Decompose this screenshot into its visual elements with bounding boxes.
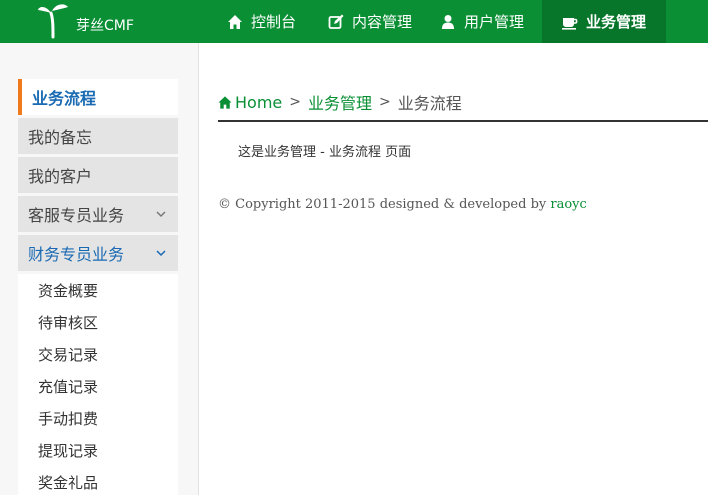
nav-business[interactable]: 业务管理 bbox=[542, 0, 667, 43]
nav-label: 控制台 bbox=[251, 13, 297, 31]
nav-content[interactable]: 内容管理 bbox=[328, 0, 440, 43]
submenu-item[interactable]: 提现记录 bbox=[18, 434, 178, 466]
breadcrumb-separator: > bbox=[379, 94, 391, 110]
sidebar-item-label: 客服专员业务 bbox=[28, 206, 125, 225]
submenu-item[interactable]: 资金概要 bbox=[18, 274, 178, 306]
breadcrumb-section-link[interactable]: 业务管理 bbox=[308, 90, 372, 114]
breadcrumb-home-link[interactable]: Home bbox=[235, 93, 282, 112]
nav-dashboard[interactable]: 控制台 bbox=[213, 0, 328, 43]
submenu-item[interactable]: 交易记录 bbox=[18, 338, 178, 370]
sidebar-item-memo[interactable]: 我的备忘 bbox=[18, 118, 178, 154]
top-navbar: 芽丝CMF 控制台 内容管理 用户管理 业务管理 bbox=[0, 0, 708, 43]
divider bbox=[218, 120, 708, 122]
chevron-down-icon bbox=[156, 211, 166, 218]
edit-icon bbox=[328, 14, 344, 29]
sidebar-item-label: 我的备忘 bbox=[28, 128, 93, 147]
nav-users[interactable]: 用户管理 bbox=[440, 0, 542, 43]
submenu-item[interactable]: 待审核区 bbox=[18, 306, 178, 338]
breadcrumb-current: 业务流程 bbox=[397, 94, 462, 113]
sidebar-item-label: 我的客户 bbox=[28, 167, 93, 186]
submenu-item[interactable]: 奖金礼品 bbox=[18, 466, 178, 498]
sidebar-item-workflow[interactable]: 业务流程 bbox=[18, 79, 178, 115]
sidebar-item-label: 业务流程 bbox=[32, 89, 97, 108]
sidebar: 业务流程 我的备忘 我的客户 客服专员业务 财务专员业务 资金概要 待审核区 交… bbox=[0, 43, 199, 498]
submenu-item[interactable]: 手动扣费 bbox=[18, 402, 178, 434]
sidebar-item-finance[interactable]: 财务专员业务 bbox=[18, 235, 178, 271]
breadcrumb-separator: > bbox=[289, 94, 301, 110]
sidebar-menu: 业务流程 我的备忘 我的客户 客服专员业务 财务专员业务 资金概要 待审核区 交… bbox=[18, 79, 178, 498]
sidebar-item-label: 财务专员业务 bbox=[28, 245, 125, 264]
finance-submenu: 资金概要 待审核区 交易记录 充值记录 手动扣费 提现记录 奖金礼品 bbox=[18, 274, 178, 498]
main-nav: 控制台 内容管理 用户管理 业务管理 bbox=[213, 0, 667, 43]
nav-label: 业务管理 bbox=[586, 13, 647, 31]
nav-label: 用户管理 bbox=[464, 13, 525, 31]
home-icon bbox=[218, 95, 232, 109]
coffee-icon bbox=[562, 17, 578, 30]
copyright-text: © Copyright 2011-2015 designed & develop… bbox=[218, 197, 551, 212]
brand-logo[interactable]: 芽丝CMF bbox=[36, 0, 134, 43]
brand-name: 芽丝CMF bbox=[76, 17, 134, 34]
breadcrumb: Home > 业务管理 > 业务流程 bbox=[218, 90, 462, 114]
author-link[interactable]: raoyc bbox=[550, 197, 586, 212]
submenu-item[interactable]: 充值记录 bbox=[18, 370, 178, 402]
page-body-text: 这是业务管理 - 业务流程 页面 bbox=[238, 145, 412, 160]
sidebar-item-customers[interactable]: 我的客户 bbox=[18, 157, 178, 193]
home-icon bbox=[228, 14, 242, 29]
user-icon bbox=[442, 14, 455, 29]
nav-label: 内容管理 bbox=[352, 13, 413, 31]
sidebar-item-customer-service[interactable]: 客服专员业务 bbox=[18, 196, 178, 232]
sprout-icon bbox=[38, 3, 68, 38]
chevron-down-icon bbox=[156, 250, 166, 257]
footer: © Copyright 2011-2015 designed & develop… bbox=[218, 197, 587, 212]
